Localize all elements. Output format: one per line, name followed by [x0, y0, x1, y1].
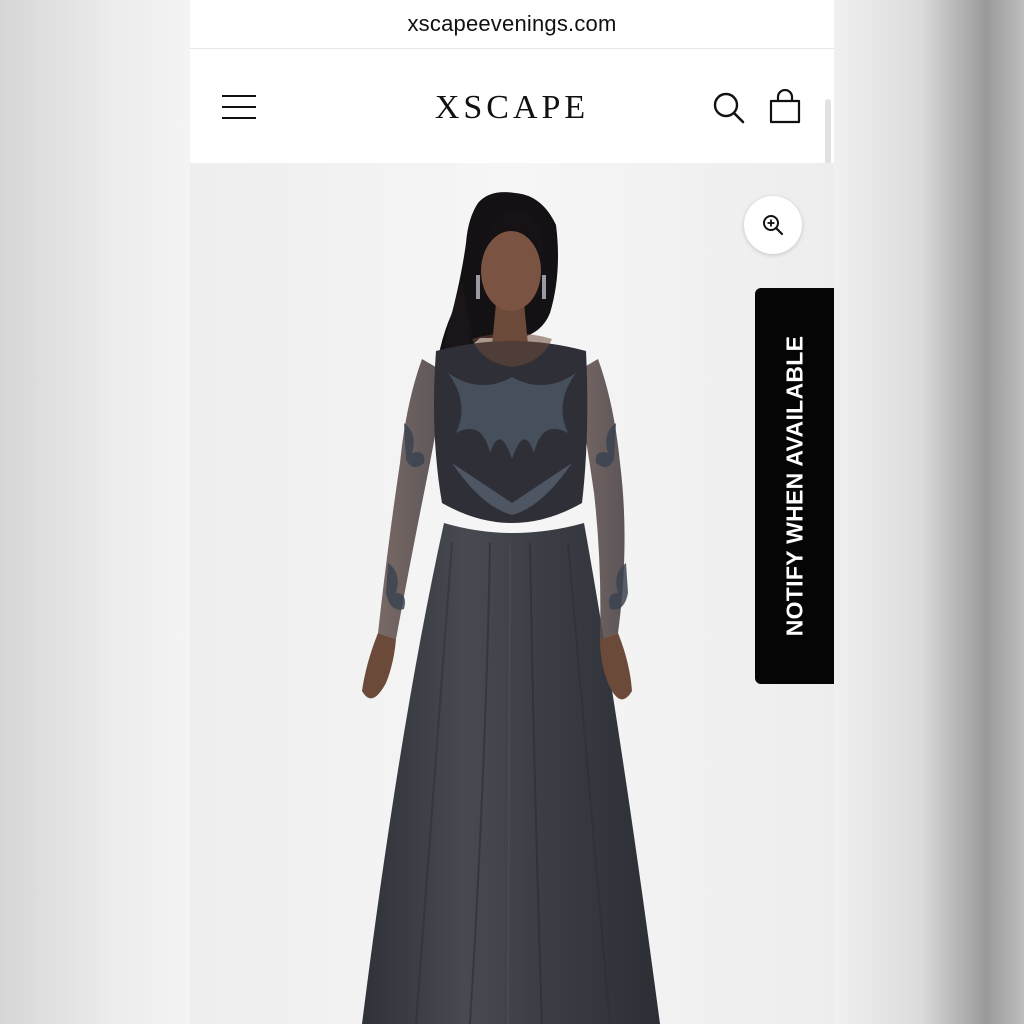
zoom-in-icon[interactable]: [744, 196, 802, 254]
product-image-gallery[interactable]: NOTIFY WHEN AVAILABLE: [190, 163, 834, 1024]
search-icon[interactable]: [712, 91, 746, 125]
notify-label: NOTIFY WHEN AVAILABLE: [781, 335, 807, 637]
notify-when-available-button[interactable]: NOTIFY WHEN AVAILABLE: [755, 288, 834, 684]
site-header: XSCAPE: [190, 49, 834, 269]
mobile-browser-page: xscapeevenings.com XSCAPE NOTIFY WHEN AV…: [190, 0, 834, 1024]
url-text: xscapeevenings.com: [407, 11, 617, 36]
backdrop-right: [834, 0, 1024, 1024]
backdrop-left: [0, 0, 190, 1024]
product-photo: [190, 163, 834, 1024]
browser-url-bar[interactable]: xscapeevenings.com: [190, 0, 834, 49]
shopping-bag-icon[interactable]: [768, 88, 802, 125]
